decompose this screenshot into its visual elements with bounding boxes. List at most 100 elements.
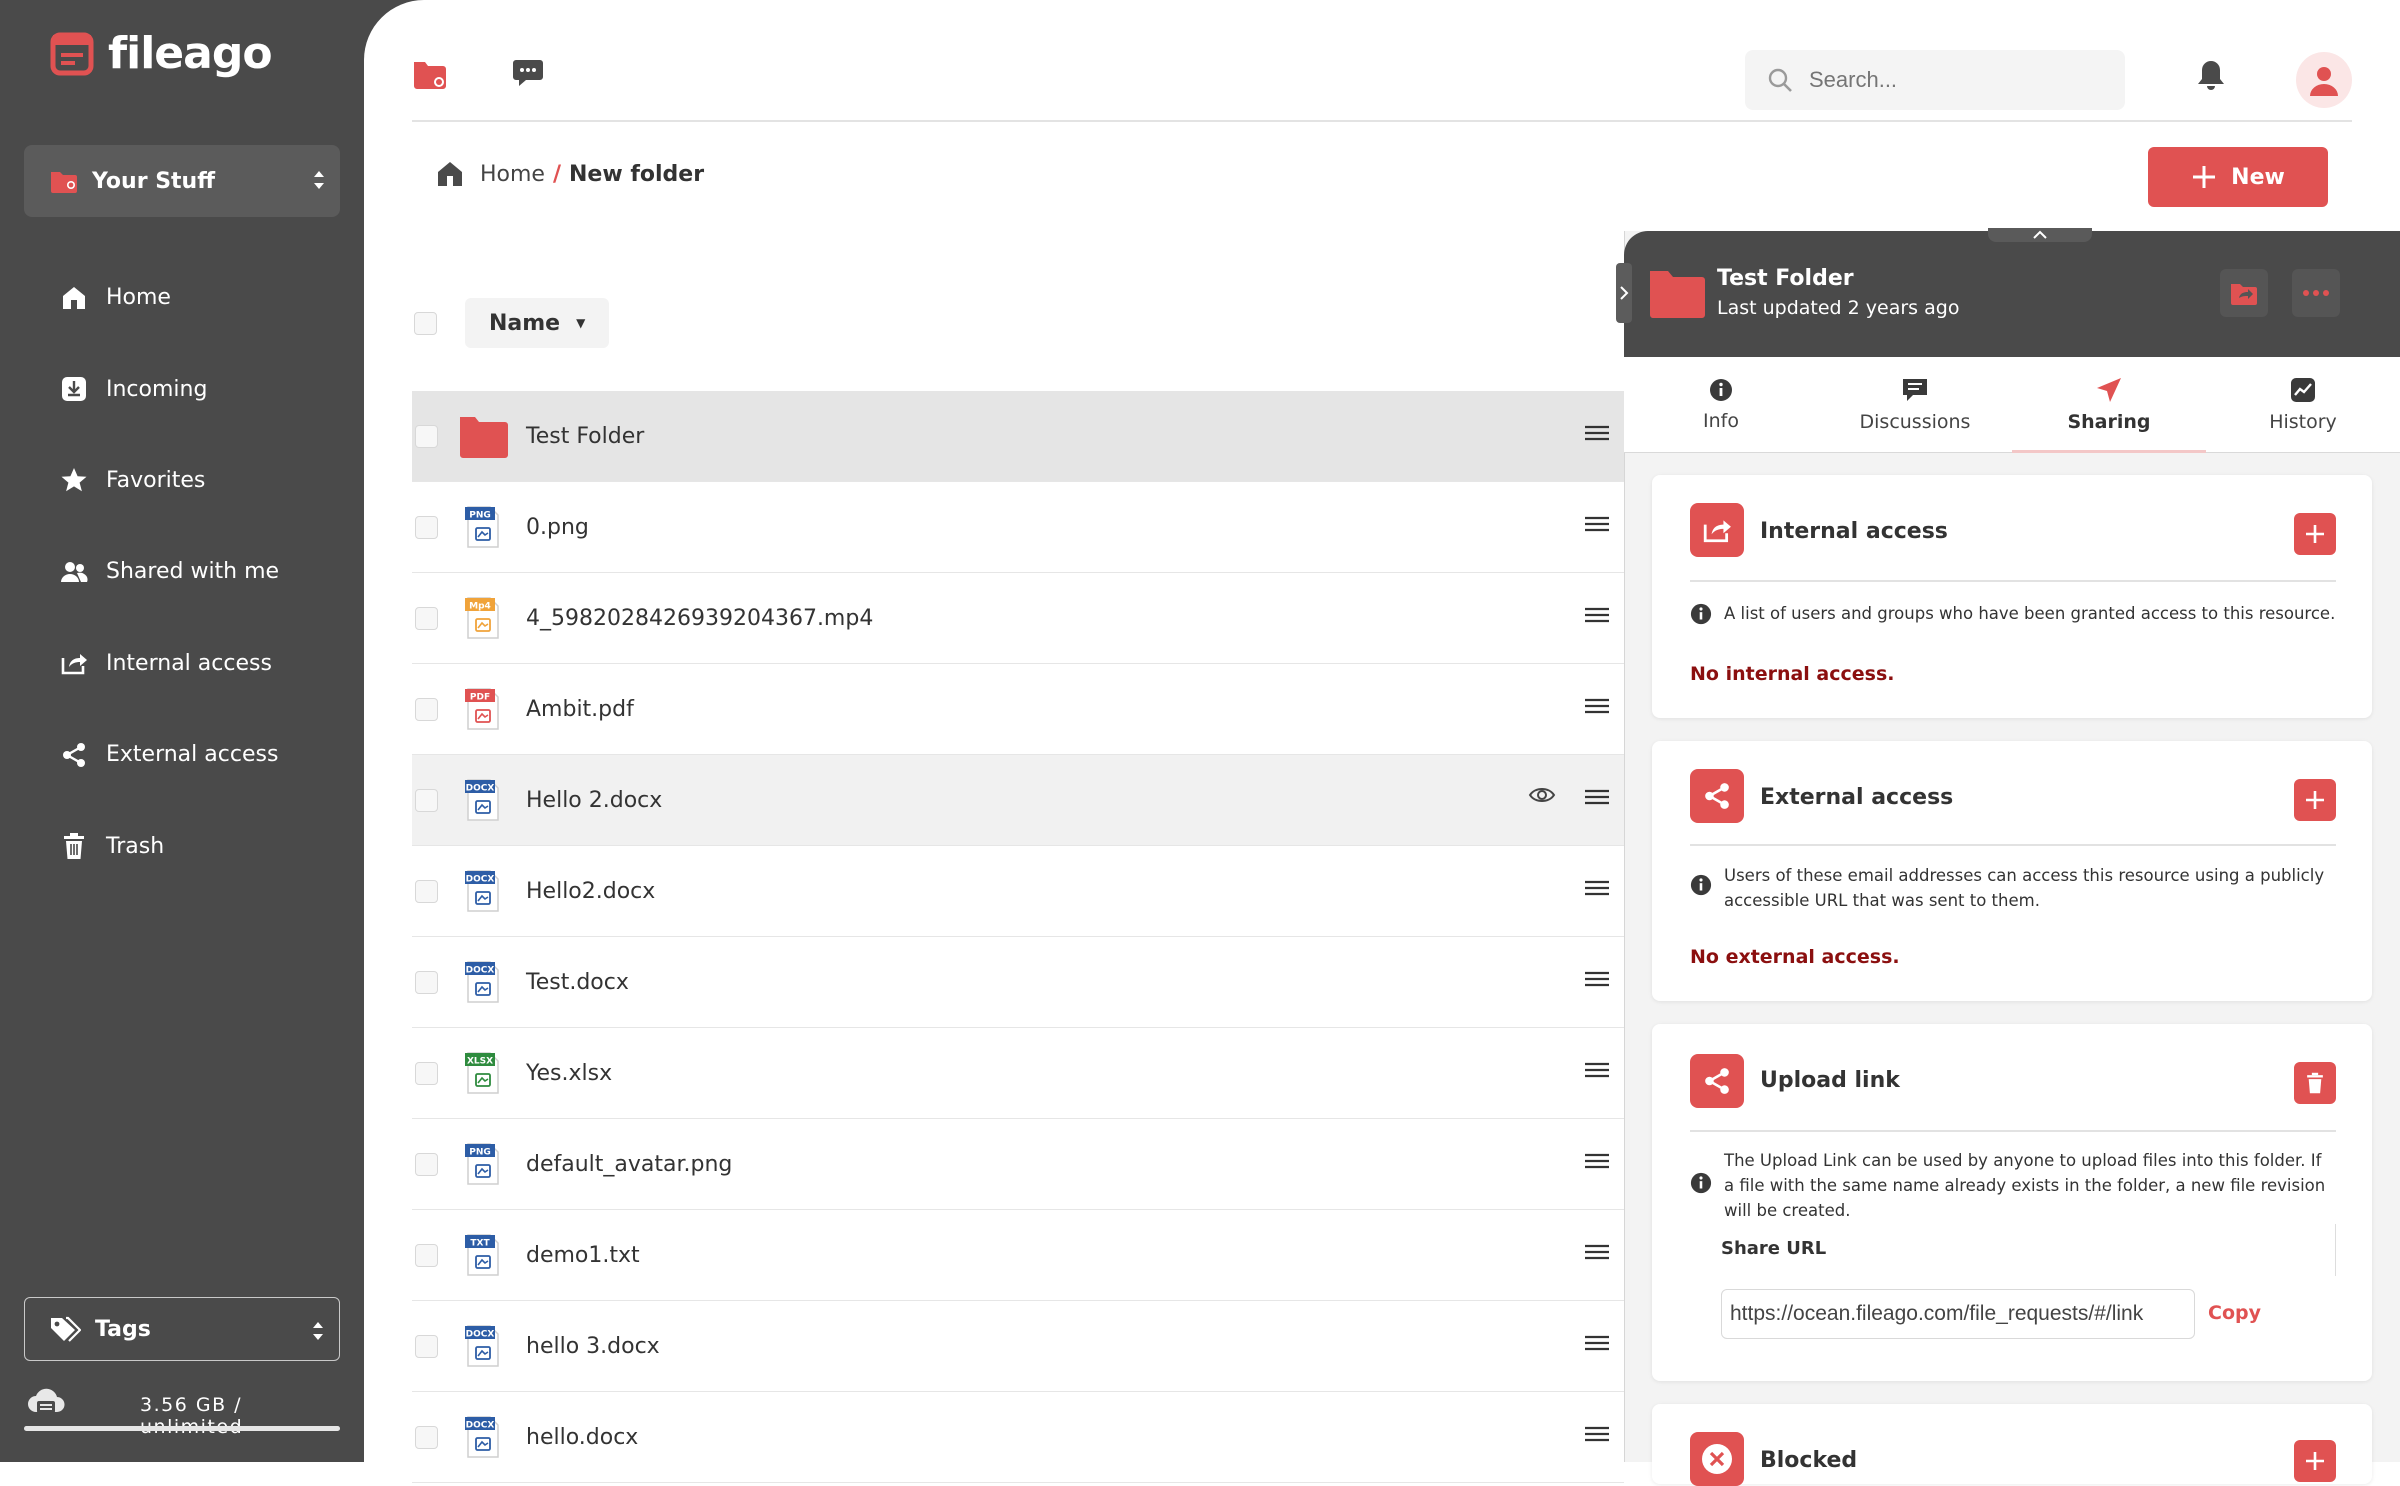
chevron-up-icon xyxy=(2033,230,2047,239)
bell-icon[interactable] xyxy=(2197,59,2225,91)
row-checkbox[interactable] xyxy=(415,606,438,630)
sidebar-item-home[interactable]: Home xyxy=(0,252,364,343)
file-name[interactable]: default_avatar.png xyxy=(526,1152,732,1177)
chat-icon[interactable] xyxy=(512,58,544,88)
file-row[interactable]: Test Folder xyxy=(412,391,1624,482)
add-external-access-button[interactable] xyxy=(2294,779,2336,821)
sidebar-item-internal-access[interactable]: Internal access xyxy=(0,618,364,709)
send-icon xyxy=(2097,377,2121,402)
plus-icon xyxy=(2193,166,2216,188)
file-row[interactable]: PNG default_avatar.png xyxy=(412,1119,1624,1210)
file-row[interactable]: Mp4 4_5982028426939204367.mp4 xyxy=(412,573,1624,664)
tab-sharing[interactable]: Sharing xyxy=(2012,357,2206,453)
workspace-selector[interactable]: Your Stuff xyxy=(24,145,340,217)
row-menu-icon[interactable] xyxy=(1584,425,1610,445)
file-row[interactable]: PDF Ambit.pdf xyxy=(412,664,1624,755)
sidebar-item-label: External access xyxy=(106,742,279,768)
svg-text:PDF: PDF xyxy=(470,693,490,703)
row-checkbox[interactable] xyxy=(415,697,438,721)
search-box[interactable] xyxy=(1745,50,2125,110)
new-button[interactable]: New xyxy=(2148,147,2328,207)
sort-by-name-button[interactable]: Name ▼ xyxy=(465,298,609,348)
row-checkbox[interactable] xyxy=(415,1243,438,1267)
search-input[interactable] xyxy=(1807,66,2107,94)
row-checkbox[interactable] xyxy=(415,1152,438,1176)
file-row[interactable]: DOCX Test.docx xyxy=(412,937,1624,1028)
row-menu-icon[interactable] xyxy=(1584,1335,1610,1355)
file-name[interactable]: Yes.xlsx xyxy=(526,1061,612,1086)
eye-icon[interactable] xyxy=(1528,785,1556,809)
row-menu-icon[interactable] xyxy=(1584,880,1610,900)
sidebar-item-label: Incoming xyxy=(106,376,208,402)
sidebar-item-favorites[interactable]: Favorites xyxy=(0,435,364,526)
list-header: Name ▼ xyxy=(414,298,609,348)
sidebar-item-label: Internal access xyxy=(106,650,272,676)
caret-down-icon: ▼ xyxy=(576,316,586,330)
file-name[interactable]: 4_5982028426939204367.mp4 xyxy=(526,606,873,631)
file-row[interactable]: PNG 0.png xyxy=(412,482,1624,573)
file-name[interactable]: Hello 2.docx xyxy=(526,788,662,813)
collapse-panel-button[interactable] xyxy=(1616,263,1632,323)
file-name[interactable]: Ambit.pdf xyxy=(526,697,634,722)
copy-link-button[interactable]: Copy xyxy=(2208,1302,2261,1324)
home-icon[interactable] xyxy=(436,160,464,188)
file-name[interactable]: Test.docx xyxy=(526,970,629,995)
cloud-storage-icon xyxy=(28,1388,65,1413)
trash-icon xyxy=(2307,1072,2323,1094)
row-menu-icon[interactable] xyxy=(1584,516,1610,536)
move-folder-button[interactable] xyxy=(2220,269,2268,317)
row-menu-icon[interactable] xyxy=(1584,1244,1610,1264)
breadcrumb-separator: / xyxy=(552,161,562,187)
file-row[interactable]: DOCX hello 3.docx xyxy=(412,1301,1624,1392)
file-name[interactable]: Test Folder xyxy=(526,424,644,449)
file-name[interactable]: hello 3.docx xyxy=(526,1334,660,1359)
external-access-icon xyxy=(1690,769,1744,823)
incoming-icon xyxy=(60,376,88,402)
user-avatar[interactable] xyxy=(2296,52,2352,108)
row-menu-icon[interactable] xyxy=(1584,1153,1610,1173)
tab-discussions[interactable]: Discussions xyxy=(1818,357,2012,452)
row-menu-icon[interactable] xyxy=(1584,789,1610,809)
sidebar-item-trash[interactable]: Trash xyxy=(0,800,364,891)
row-menu-icon[interactable] xyxy=(1584,607,1610,627)
file-name[interactable]: Hello2.docx xyxy=(526,879,655,904)
delete-upload-link-button[interactable] xyxy=(2294,1062,2336,1104)
add-blocked-button[interactable] xyxy=(2294,1440,2336,1482)
file-row[interactable]: XLSX Yes.xlsx xyxy=(412,1028,1624,1119)
row-checkbox[interactable] xyxy=(415,788,438,812)
file-row[interactable]: DOCX Hello 2.docx xyxy=(412,755,1624,846)
sidebar-item-external-access[interactable]: External access xyxy=(0,709,364,800)
row-checkbox[interactable] xyxy=(415,515,438,539)
sidebar-item-incoming[interactable]: Incoming xyxy=(0,343,364,434)
app-logo[interactable]: fileago xyxy=(50,28,273,79)
select-all-checkbox[interactable] xyxy=(414,311,437,335)
row-menu-icon[interactable] xyxy=(1584,971,1610,991)
files-folder-icon[interactable] xyxy=(413,58,447,90)
tags-selector[interactable]: Tags xyxy=(24,1297,340,1361)
row-checkbox[interactable] xyxy=(415,1425,438,1449)
add-internal-access-button[interactable] xyxy=(2294,513,2336,555)
row-checkbox[interactable] xyxy=(415,970,438,994)
sidebar-item-shared-with-me[interactable]: Shared with me xyxy=(0,526,364,617)
row-menu-icon[interactable] xyxy=(1584,698,1610,718)
info-icon xyxy=(1710,378,1732,401)
file-type-icon: DOCX xyxy=(458,1414,508,1460)
file-row[interactable]: DOCX hello.docx xyxy=(412,1392,1624,1483)
row-checkbox[interactable] xyxy=(415,879,438,903)
share-url-field[interactable] xyxy=(1721,1289,2195,1339)
file-row[interactable]: DOCX Hello2.docx xyxy=(412,846,1624,937)
file-name[interactable]: hello.docx xyxy=(526,1425,638,1450)
panel-handle[interactable] xyxy=(1988,228,2092,242)
row-menu-icon[interactable] xyxy=(1584,1426,1610,1446)
more-options-button[interactable] xyxy=(2292,269,2340,317)
row-checkbox[interactable] xyxy=(415,1334,438,1358)
tab-history[interactable]: History xyxy=(2206,357,2400,452)
row-menu-icon[interactable] xyxy=(1584,1062,1610,1082)
file-name[interactable]: 0.png xyxy=(526,515,589,540)
file-name[interactable]: demo1.txt xyxy=(526,1243,640,1268)
file-row[interactable]: TXT demo1.txt xyxy=(412,1210,1624,1301)
breadcrumb-home[interactable]: Home xyxy=(480,162,545,187)
row-checkbox[interactable] xyxy=(415,1061,438,1085)
tab-info[interactable]: Info xyxy=(1624,357,1818,452)
row-checkbox[interactable] xyxy=(415,424,438,448)
